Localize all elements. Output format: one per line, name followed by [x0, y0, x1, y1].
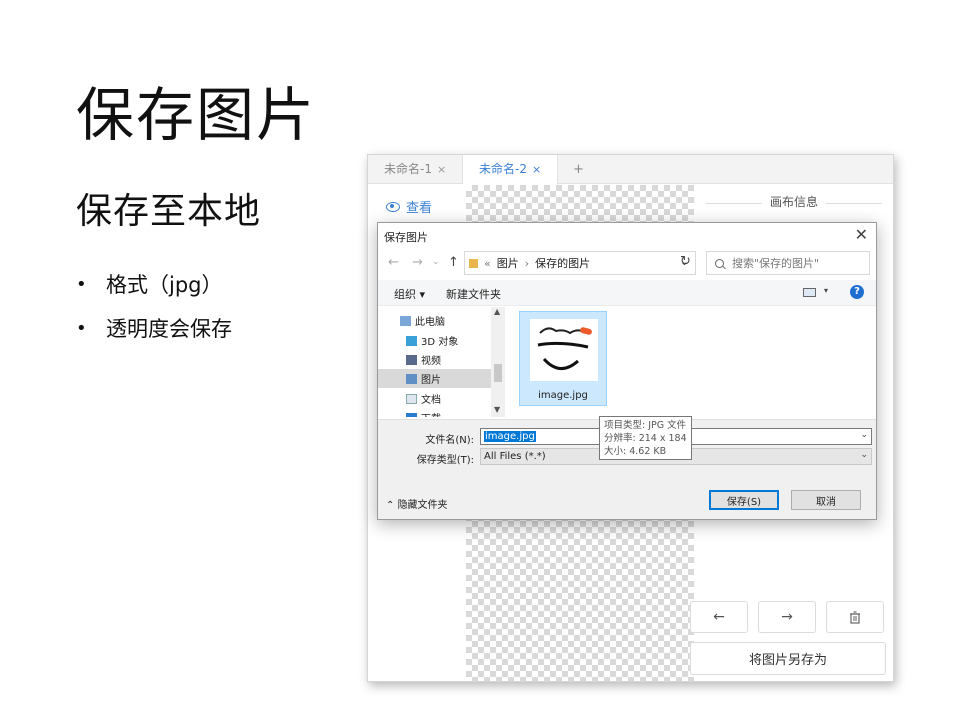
- document-icon: [406, 393, 417, 404]
- breadcrumb-item[interactable]: 图片: [497, 255, 519, 271]
- tab-close-icon[interactable]: ×: [437, 163, 446, 176]
- up-arrow-icon[interactable]: ↑: [448, 255, 459, 270]
- chevron-down-icon[interactable]: ▾: [824, 286, 828, 295]
- search-placeholder: 搜索"保存的图片": [732, 257, 820, 270]
- file-item[interactable]: image.jpg: [519, 311, 607, 406]
- tree-item-pictures[interactable]: 图片: [378, 369, 491, 388]
- next-button[interactable]: →: [758, 601, 816, 633]
- eye-icon: [386, 201, 400, 212]
- search-input[interactable]: 搜索"保存的图片": [706, 251, 870, 275]
- organize-button[interactable]: 组织 ▾: [394, 286, 425, 302]
- refresh-icon[interactable]: ↻: [680, 254, 691, 269]
- tab-bar: 未命名-1 × 未命名-2 × +: [368, 155, 893, 185]
- file-tooltip: 项目类型: JPG 文件 分辨率: 214 x 184 大小: 4.62 KB: [599, 416, 692, 460]
- download-icon: [406, 412, 417, 417]
- delete-button[interactable]: [826, 601, 884, 633]
- trash-icon: [850, 610, 860, 624]
- save-as-button[interactable]: 将图片另存为: [690, 642, 886, 675]
- pictures-icon: [406, 373, 417, 384]
- video-icon: [406, 354, 417, 365]
- hide-folders-toggle[interactable]: ⌃ 隐藏文件夹: [386, 496, 448, 511]
- scroll-down-icon[interactable]: ▼: [494, 405, 500, 414]
- tooltip-resolution: 分辨率: 214 x 184: [604, 433, 687, 444]
- cube-icon: [406, 335, 417, 346]
- scroll-up-icon[interactable]: ▲: [494, 307, 500, 316]
- chevron-up-icon: ⌃: [386, 500, 398, 511]
- tree-item-label: 视频: [421, 356, 441, 367]
- tab-close-icon[interactable]: ×: [532, 163, 541, 176]
- tree-item-label: 图片: [421, 375, 441, 386]
- bullet-list: • 格式（jpg） • 透明度会保存: [76, 262, 232, 350]
- search-icon: [715, 258, 724, 268]
- bullet-item: • 透明度会保存: [76, 306, 232, 350]
- tree-item-label: 此电脑: [415, 317, 445, 328]
- recent-chevron-icon[interactable]: ⌄: [432, 257, 440, 267]
- tree-item-this-pc[interactable]: 此电脑: [378, 311, 491, 330]
- slide-title: 保存图片: [76, 81, 317, 149]
- computer-icon: [400, 315, 411, 326]
- tree-item-label: 下载: [421, 410, 441, 417]
- scroll-thumb[interactable]: [494, 364, 502, 382]
- tree-scrollbar[interactable]: ▲ ▼: [491, 307, 505, 417]
- tree-item-label: 3D 对象: [421, 337, 459, 348]
- dialog-toolbar: 组织 ▾ 新建文件夹 ▾ ?: [378, 280, 876, 306]
- breadcrumb-separator: ›: [524, 256, 530, 270]
- back-arrow-icon[interactable]: ←: [388, 255, 399, 270]
- tab-label: 未命名-2: [479, 162, 527, 176]
- cancel-button[interactable]: 取消: [791, 490, 861, 510]
- filetype-label: 保存类型(T):: [416, 455, 474, 466]
- tree-item-videos[interactable]: 视频: [378, 350, 491, 369]
- folder-icon: [469, 258, 478, 268]
- tree-item-3d-objects[interactable]: 3D 对象: [378, 331, 491, 350]
- bullet-text: 透明度会保存: [106, 317, 232, 341]
- bullet-item: • 格式（jpg）: [76, 262, 232, 306]
- chevron-down-icon[interactable]: ⌄: [860, 430, 868, 440]
- file-name: image.jpg: [538, 390, 588, 401]
- tab-untitled-1[interactable]: 未命名-1 ×: [368, 155, 463, 184]
- help-icon[interactable]: ?: [850, 285, 864, 299]
- address-row: ← → ⌄ ↑ « 图片 › 保存的图片 ⌄ ↻ 搜索"保存的图片": [378, 249, 876, 279]
- tab-label: 未命名-1: [384, 162, 432, 176]
- save-dialog: 保存图片 ✕ ← → ⌄ ↑ « 图片 › 保存的图片 ⌄ ↻ 搜索"保存的图片…: [377, 222, 877, 520]
- face-drawing-icon: [537, 327, 592, 370]
- bullet-text: 格式（jpg）: [106, 273, 223, 297]
- view-button[interactable]: 查看: [386, 197, 432, 216]
- add-tab-button[interactable]: +: [573, 155, 584, 184]
- new-folder-button[interactable]: 新建文件夹: [446, 286, 501, 302]
- tree-item-downloads[interactable]: 下载: [378, 408, 491, 417]
- view-label: 查看: [406, 201, 433, 216]
- filename-value: image.jpg: [484, 431, 536, 442]
- slide-subtitle: 保存至本地: [76, 191, 262, 232]
- prev-button[interactable]: ←: [690, 601, 748, 633]
- view-mode-icon[interactable]: [803, 288, 816, 297]
- tab-untitled-2[interactable]: 未命名-2 ×: [463, 155, 558, 185]
- breadcrumb-prefix: «: [484, 256, 491, 270]
- filetype-value: All Files (*.*): [484, 451, 546, 462]
- close-icon[interactable]: ✕: [855, 225, 868, 244]
- breadcrumb-item[interactable]: 保存的图片: [535, 255, 590, 271]
- forward-arrow-icon[interactable]: →: [412, 255, 423, 270]
- dialog-title: 保存图片: [384, 231, 428, 244]
- tree-item-documents[interactable]: 文档: [378, 389, 491, 408]
- address-bar[interactable]: « 图片 › 保存的图片 ⌄: [464, 251, 696, 275]
- folder-tree: 此电脑 3D 对象 视频 图片 文档 下载: [378, 307, 505, 417]
- hide-folders-label: 隐藏文件夹: [397, 500, 448, 511]
- chevron-down-icon[interactable]: ⌄: [860, 450, 868, 460]
- save-button[interactable]: 保存(S): [709, 490, 779, 510]
- tooltip-type: 项目类型: JPG 文件: [604, 420, 687, 431]
- filename-label: 文件名(N):: [425, 435, 474, 446]
- panel-title: 画布信息: [694, 193, 893, 213]
- tree-item-label: 文档: [421, 395, 441, 406]
- tooltip-size: 大小: 4.62 KB: [604, 446, 667, 457]
- image-thumbnail: [530, 319, 598, 381]
